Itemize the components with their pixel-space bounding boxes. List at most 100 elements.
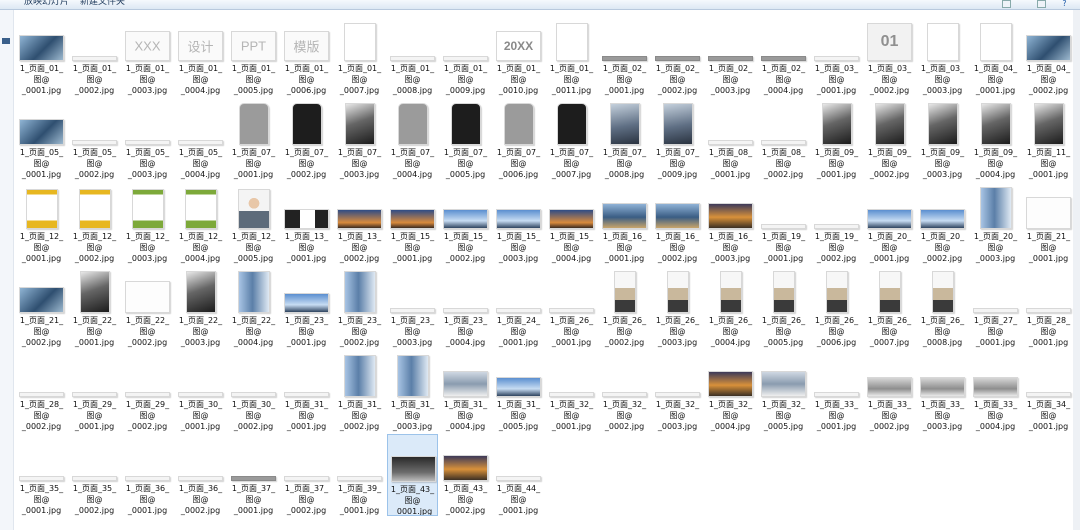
file-item[interactable]: 1_页面_37_ 图@ _0001.jpg <box>228 434 279 516</box>
file-item[interactable]: 1_页面_31_ 图@ _0005.jpg <box>493 350 544 432</box>
file-item[interactable]: 1_页面_23_ 图@ _0003.jpg <box>387 266 438 348</box>
file-item[interactable]: 1_页面_20_ 图@ _0003.jpg <box>970 182 1021 264</box>
file-item[interactable]: 1_页面_16_ 图@ _0002.jpg <box>652 182 703 264</box>
file-item[interactable]: 1_页面_08_ 图@ _0002.jpg <box>758 98 809 180</box>
file-item[interactable]: 1_页面_20_ 图@ _0002.jpg <box>917 182 968 264</box>
file-item[interactable]: 1_页面_16_ 图@ _0003.jpg <box>705 182 756 264</box>
help-icon[interactable]: ? <box>1060 0 1069 8</box>
file-item[interactable]: 1_页面_05_ 图@ _0001.jpg <box>16 98 67 180</box>
file-item[interactable]: 1_页面_12_ 图@ _0001.jpg <box>16 182 67 264</box>
file-item[interactable]: 1_页面_15_ 图@ _0003.jpg <box>493 182 544 264</box>
file-item[interactable]: 1_页面_08_ 图@ _0001.jpg <box>705 98 756 180</box>
file-item[interactable]: 1_页面_26_ 图@ _0007.jpg <box>864 266 915 348</box>
view-options-icon[interactable] <box>1002 0 1011 8</box>
file-item[interactable]: 1_页面_26_ 图@ _0005.jpg <box>758 266 809 348</box>
file-item[interactable]: 1_页面_36_ 图@ _0001.jpg <box>122 434 173 516</box>
file-item[interactable]: 1_页面_22_ 图@ _0001.jpg <box>69 266 120 348</box>
file-item[interactable]: 1_页面_15_ 图@ _0004.jpg <box>546 182 597 264</box>
file-item[interactable]: 1_页面_22_ 图@ _0002.jpg <box>122 266 173 348</box>
file-item[interactable]: 1_页面_07_ 图@ _0004.jpg <box>387 98 438 180</box>
file-item[interactable]: 1_页面_43_ 图@ _0002.jpg <box>440 434 491 516</box>
file-item[interactable]: 1_页面_26_ 图@ _0006.jpg <box>811 266 862 348</box>
file-item[interactable]: 1_页面_02_ 图@ _0003.jpg <box>705 14 756 96</box>
file-item[interactable]: 1_页面_15_ 图@ _0002.jpg <box>440 182 491 264</box>
file-item[interactable]: 1_页面_09_ 图@ _0003.jpg <box>917 98 968 180</box>
file-item[interactable]: 1_页面_02_ 图@ _0001.jpg <box>599 14 650 96</box>
navigation-pane[interactable] <box>0 10 14 530</box>
file-item[interactable]: 1_页面_32_ 图@ _0004.jpg <box>705 350 756 432</box>
file-item[interactable]: 1_页面_22_ 图@ _0004.jpg <box>228 266 279 348</box>
new-folder-button[interactable]: 新建文件夹 <box>80 0 125 8</box>
file-item[interactable]: 1_页面_13_ 图@ _0002.jpg <box>334 182 385 264</box>
file-item[interactable]: 1_页面_12_ 图@ _0005.jpg <box>228 182 279 264</box>
file-item[interactable]: 1_页面_12_ 图@ _0002.jpg <box>69 182 120 264</box>
file-item[interactable]: 1_页面_26_ 图@ _0008.jpg <box>917 266 968 348</box>
file-item[interactable]: 1_页面_31_ 图@ _0003.jpg <box>387 350 438 432</box>
file-item[interactable]: 1_页面_20_ 图@ _0001.jpg <box>864 182 915 264</box>
file-item[interactable]: 1_页面_23_ 图@ _0002.jpg <box>334 266 385 348</box>
file-item[interactable]: 1_页面_32_ 图@ _0005.jpg <box>758 350 809 432</box>
file-item[interactable]: 1_页面_07_ 图@ _0007.jpg <box>546 98 597 180</box>
file-item[interactable]: 1_页面_03_ 图@ _0003.jpg <box>917 14 968 96</box>
file-item[interactable]: 1_页面_36_ 图@ _0002.jpg <box>175 434 226 516</box>
file-item[interactable]: 1_页面_05_ 图@ _0002.jpg <box>69 98 120 180</box>
file-item[interactable]: 1_页面_01_ 图@ _0009.jpg <box>440 14 491 96</box>
file-item[interactable]: 1_页面_11_ 图@ _0001.jpg <box>1023 98 1074 180</box>
file-item[interactable]: 1_页面_15_ 图@ _0001.jpg <box>387 182 438 264</box>
file-item[interactable]: 1_页面_43_ 图@ _0001.jpg <box>387 434 438 516</box>
file-item[interactable]: 1_页面_26_ 图@ _0001.jpg <box>546 266 597 348</box>
file-item[interactable]: 1_页面_24_ 图@ _0001.jpg <box>493 266 544 348</box>
file-item[interactable]: 1_页面_28_ 图@ _0002.jpg <box>16 350 67 432</box>
file-item[interactable]: 1_页面_33_ 图@ _0004.jpg <box>970 350 1021 432</box>
file-item[interactable]: 01 1_页面_03_ 图@ _0002.jpg <box>864 14 915 96</box>
file-item[interactable]: 1_页面_13_ 图@ _0001.jpg <box>281 182 332 264</box>
file-item[interactable]: 1_页面_22_ 图@ _0003.jpg <box>175 266 226 348</box>
file-item[interactable]: 20XX 1_页面_01_ 图@ _0010.jpg <box>493 14 544 96</box>
file-item[interactable]: 1_页面_34_ 图@ _0001.jpg <box>1023 350 1074 432</box>
file-item[interactable]: 1_页面_01_ 图@ _0002.jpg <box>69 14 120 96</box>
file-item[interactable]: 1_页面_35_ 图@ _0001.jpg <box>16 434 67 516</box>
file-item[interactable]: 1_页面_33_ 图@ _0002.jpg <box>864 350 915 432</box>
file-item[interactable]: 1_页面_32_ 图@ _0002.jpg <box>599 350 650 432</box>
file-item[interactable]: 1_页面_09_ 图@ _0001.jpg <box>811 98 862 180</box>
file-item[interactable]: 1_页面_29_ 图@ _0001.jpg <box>69 350 120 432</box>
file-item[interactable]: 1_页面_19_ 图@ _0001.jpg <box>758 182 809 264</box>
file-item[interactable]: 1_页面_07_ 图@ _0005.jpg <box>440 98 491 180</box>
file-item[interactable]: 1_页面_07_ 图@ _0001.jpg <box>228 98 279 180</box>
file-item[interactable]: 1_页面_35_ 图@ _0002.jpg <box>69 434 120 516</box>
file-item[interactable]: 1_页面_07_ 图@ _0008.jpg <box>599 98 650 180</box>
file-item[interactable]: 1_页面_32_ 图@ _0003.jpg <box>652 350 703 432</box>
file-item[interactable]: 1_页面_01_ 图@ _0011.jpg <box>546 14 597 96</box>
file-item[interactable]: 1_页面_19_ 图@ _0002.jpg <box>811 182 862 264</box>
file-item[interactable]: 1_页面_12_ 图@ _0004.jpg <box>175 182 226 264</box>
file-item[interactable]: 1_页面_07_ 图@ _0009.jpg <box>652 98 703 180</box>
file-item[interactable]: 1_页面_04_ 图@ _0001.jpg <box>970 14 1021 96</box>
file-item[interactable]: 1_页面_12_ 图@ _0003.jpg <box>122 182 173 264</box>
file-item[interactable]: 1_页面_01_ 图@ _0001.jpg <box>16 14 67 96</box>
vertical-scrollbar[interactable] <box>1073 10 1080 530</box>
file-item[interactable]: 1_页面_30_ 图@ _0002.jpg <box>228 350 279 432</box>
file-item[interactable]: 1_页面_26_ 图@ _0003.jpg <box>652 266 703 348</box>
file-item[interactable]: 1_页面_31_ 图@ _0004.jpg <box>440 350 491 432</box>
file-item[interactable]: 模版 1_页面_01_ 图@ _0006.jpg <box>281 14 332 96</box>
file-item[interactable]: 1_页面_30_ 图@ _0001.jpg <box>175 350 226 432</box>
file-item[interactable]: 1_页面_21_ 图@ _0001.jpg <box>1023 182 1074 264</box>
file-item[interactable]: 1_页面_01_ 图@ _0008.jpg <box>387 14 438 96</box>
file-item[interactable]: 1_页面_16_ 图@ _0001.jpg <box>599 182 650 264</box>
file-item[interactable]: 1_页面_02_ 图@ _0002.jpg <box>652 14 703 96</box>
file-item[interactable]: 1_页面_27_ 图@ _0001.jpg <box>970 266 1021 348</box>
file-item[interactable]: 1_页面_09_ 图@ _0002.jpg <box>864 98 915 180</box>
file-item[interactable]: 1_页面_31_ 图@ _0001.jpg <box>281 350 332 432</box>
file-item[interactable]: 1_页面_29_ 图@ _0002.jpg <box>122 350 173 432</box>
file-item[interactable]: 1_页面_33_ 图@ _0003.jpg <box>917 350 968 432</box>
file-item[interactable]: 1_页面_28_ 图@ _0001.jpg <box>1023 266 1074 348</box>
file-item[interactable]: 设计 1_页面_01_ 图@ _0004.jpg <box>175 14 226 96</box>
file-item[interactable]: 1_页面_07_ 图@ _0006.jpg <box>493 98 544 180</box>
file-item[interactable]: 1_页面_02_ 图@ _0004.jpg <box>758 14 809 96</box>
file-item[interactable]: 1_页面_37_ 图@ _0002.jpg <box>281 434 332 516</box>
slideshow-button[interactable]: 放映幻灯片 <box>24 0 69 8</box>
file-item[interactable]: 1_页面_23_ 图@ _0001.jpg <box>281 266 332 348</box>
file-item[interactable]: 1_页面_04_ 图@ _0002.jpg <box>1023 14 1074 96</box>
file-item[interactable]: 1_页面_26_ 图@ _0002.jpg <box>599 266 650 348</box>
file-item[interactable]: 1_页面_23_ 图@ _0004.jpg <box>440 266 491 348</box>
